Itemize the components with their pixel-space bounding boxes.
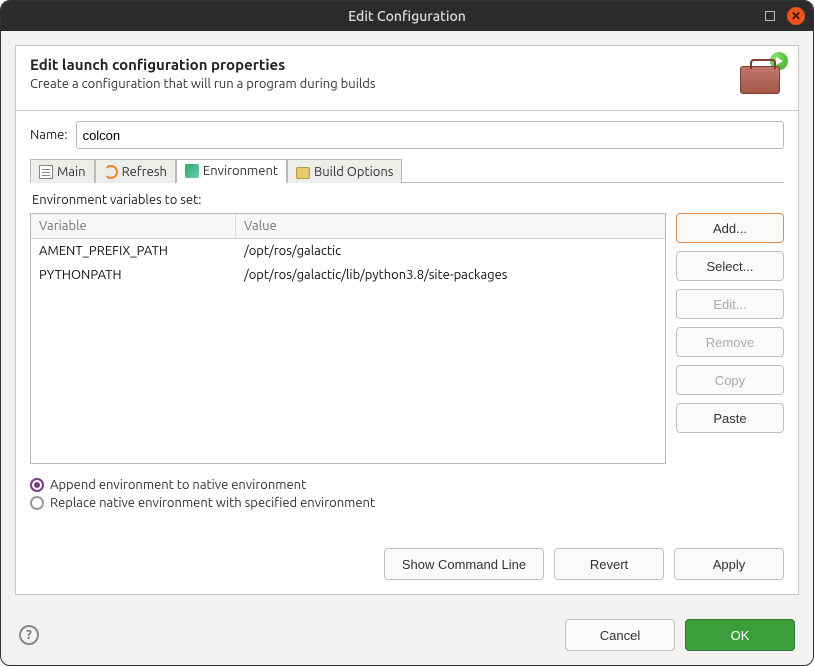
dialog-content: Name: Main Refresh Environment — [16, 110, 798, 594]
select-button[interactable]: Select... — [676, 251, 784, 281]
tab-environment[interactable]: Environment — [176, 159, 287, 183]
paste-button[interactable]: Paste — [676, 403, 784, 433]
radio-replace[interactable]: Replace native environment with specifie… — [30, 496, 784, 510]
tab-label: Build Options — [314, 165, 393, 179]
env-vars-table[interactable]: Variable Value AMENT_PREFIX_PATH /opt/ro… — [30, 213, 666, 464]
maximize-icon[interactable] — [765, 11, 775, 21]
col-variable[interactable]: Variable — [31, 214, 236, 238]
add-button[interactable]: Add... — [676, 213, 784, 243]
env-side-buttons: Add... Select... Edit... Remove Copy Pas… — [676, 213, 784, 464]
radio-checked-icon — [30, 478, 44, 492]
tab-main[interactable]: Main — [30, 159, 95, 183]
tab-build-options[interactable]: Build Options — [287, 159, 402, 183]
tab-panel-environment: Environment variables to set: Variable V… — [30, 183, 784, 580]
radio-label: Append environment to native environment — [50, 478, 306, 492]
refresh-icon — [104, 165, 118, 179]
bottom-buttons: Show Command Line Revert Apply — [30, 548, 784, 580]
titlebar[interactable]: Edit Configuration ✕ — [1, 1, 813, 31]
close-icon[interactable]: ✕ — [787, 7, 805, 25]
help-icon[interactable]: ? — [19, 625, 39, 645]
edit-button: Edit... — [676, 289, 784, 319]
cell-value: /opt/ros/galactic/lib/python3.8/site-pac… — [236, 266, 665, 284]
tab-refresh[interactable]: Refresh — [95, 159, 176, 183]
tabs: Main Refresh Environment Build Options — [30, 159, 784, 183]
table-body: AMENT_PREFIX_PATH /opt/ros/galactic PYTH… — [31, 239, 665, 463]
radio-append[interactable]: Append environment to native environment — [30, 478, 784, 492]
dialog-header: Edit launch configuration properties Cre… — [16, 46, 798, 110]
toolbox-body-icon — [740, 66, 780, 94]
environment-icon — [185, 164, 199, 178]
table-row[interactable]: AMENT_PREFIX_PATH /opt/ros/galactic — [31, 239, 665, 263]
toolbox-icon — [736, 56, 784, 96]
window-title: Edit Configuration — [49, 8, 765, 24]
dialog-body: Edit launch configuration properties Cre… — [15, 45, 799, 595]
ok-button[interactable]: OK — [685, 619, 795, 651]
document-icon — [39, 165, 53, 179]
apply-button[interactable]: Apply — [674, 548, 784, 580]
cell-value: /opt/ros/galactic — [236, 242, 665, 260]
dialog-footer: ? Cancel OK — [1, 609, 813, 665]
name-row: Name: — [30, 121, 784, 149]
tab-label: Refresh — [122, 165, 167, 179]
header-subtitle: Create a configuration that will run a p… — [30, 77, 736, 91]
revert-button[interactable]: Revert — [554, 548, 664, 580]
table-row[interactable]: PYTHONPATH /opt/ros/galactic/lib/python3… — [31, 263, 665, 287]
cell-variable: PYTHONPATH — [31, 266, 236, 284]
env-vars-label: Environment variables to set: — [32, 193, 782, 207]
name-label: Name: — [30, 128, 68, 142]
cell-variable: AMENT_PREFIX_PATH — [31, 242, 236, 260]
radio-unchecked-icon — [30, 496, 44, 510]
remove-button: Remove — [676, 327, 784, 357]
copy-button: Copy — [676, 365, 784, 395]
name-input[interactable] — [76, 121, 784, 149]
show-command-line-button[interactable]: Show Command Line — [384, 548, 544, 580]
table-header: Variable Value — [31, 214, 665, 239]
dialog-window: Edit Configuration ✕ Edit launch configu… — [0, 0, 814, 666]
tab-label: Main — [57, 165, 86, 179]
radio-label: Replace native environment with specifie… — [50, 496, 375, 510]
env-mode-radios: Append environment to native environment… — [30, 478, 784, 514]
tab-label: Environment — [203, 164, 278, 178]
folder-icon — [296, 167, 310, 179]
header-title: Edit launch configuration properties — [30, 56, 736, 73]
col-value[interactable]: Value — [236, 214, 665, 238]
cancel-button[interactable]: Cancel — [565, 619, 675, 651]
